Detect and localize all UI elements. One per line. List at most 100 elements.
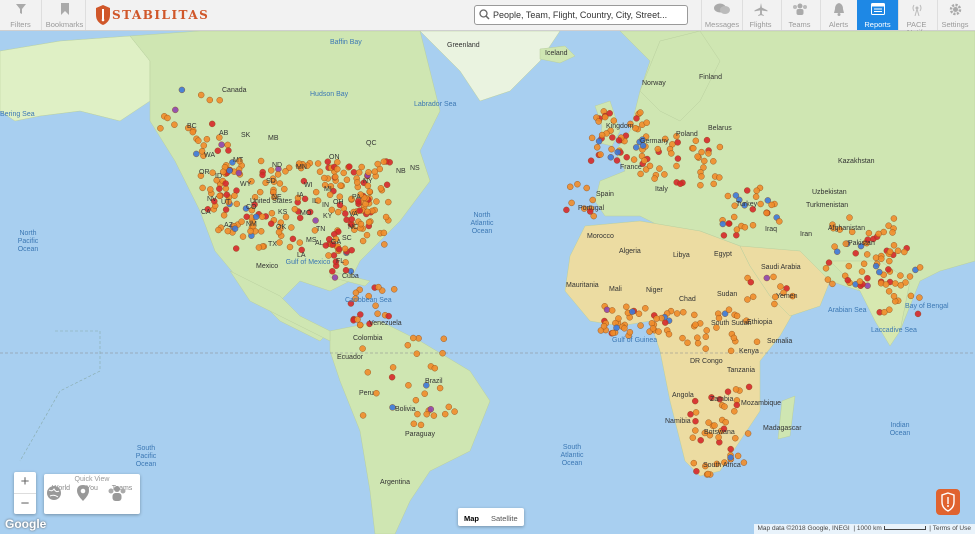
incident-marker[interactable] [725,306,733,313]
incident-marker[interactable] [255,244,263,251]
incident-marker[interactable] [702,333,709,340]
incident-marker[interactable] [316,168,324,175]
incident-marker[interactable] [865,229,873,237]
incident-marker[interactable] [733,401,740,409]
incident-marker[interactable] [727,347,735,355]
incident-marker[interactable] [677,180,684,188]
incident-marker[interactable] [626,329,634,336]
incident-marker[interactable] [690,145,697,152]
map-type-satellite-button[interactable]: Satellite [485,510,524,528]
incident-marker[interactable] [711,422,718,429]
incident-marker[interactable] [207,186,214,193]
incident-marker[interactable] [276,239,283,246]
incident-marker[interactable] [716,174,723,181]
incident-marker[interactable] [914,310,922,318]
incident-marker[interactable] [876,268,883,276]
incident-marker[interactable] [858,268,866,275]
incident-marker[interactable] [829,280,836,288]
incident-marker[interactable] [172,106,179,114]
incident-marker[interactable] [684,339,691,346]
incident-marker[interactable] [703,327,710,334]
incident-marker[interactable] [243,213,250,221]
incident-marker[interactable] [720,232,728,239]
incident-marker[interactable] [231,192,238,199]
incident-marker[interactable] [357,220,365,228]
incident-marker[interactable] [238,218,245,225]
incident-marker[interactable] [385,198,392,206]
incident-marker[interactable] [881,309,888,316]
incident-marker[interactable] [342,210,349,217]
stabilitas-logo[interactable]: STABILITAS [90,0,208,30]
incident-marker[interactable] [704,470,712,478]
incident-marker[interactable] [385,312,392,320]
incident-marker[interactable] [563,206,570,214]
incident-marker[interactable] [734,452,742,460]
incident-marker[interactable] [741,224,749,231]
quick-view-teams[interactable]: Teams [107,485,137,501]
incident-marker[interactable] [725,220,732,227]
world-map[interactable]: Greenland Iceland Canada Hudson Bay Beri… [0,31,975,534]
incident-marker[interactable] [439,350,446,357]
incident-marker[interactable] [157,125,164,132]
incident-marker[interactable] [226,167,233,174]
incident-marker[interactable] [365,169,372,176]
incident-marker[interactable] [235,169,243,177]
incident-marker[interactable] [655,328,662,335]
incident-marker[interactable] [886,257,893,265]
alerts-button[interactable]: Alerts [818,0,860,30]
incident-marker[interactable] [259,213,266,220]
stabilitas-badge[interactable] [936,489,960,515]
incident-marker[interactable] [216,192,223,200]
incident-marker[interactable] [199,184,206,192]
incident-marker[interactable] [164,114,171,122]
incident-marker[interactable] [364,208,371,216]
incident-marker[interactable] [335,208,342,216]
incident-marker[interactable] [594,144,601,151]
incident-marker[interactable] [668,150,675,157]
incident-marker[interactable] [313,188,320,196]
incident-marker[interactable] [423,411,430,418]
incident-marker[interactable] [894,247,902,255]
incident-marker[interactable] [692,409,700,416]
incident-marker[interactable] [882,281,890,288]
incident-marker[interactable] [233,200,241,208]
incident-marker[interactable] [771,300,778,308]
incident-marker[interactable] [916,264,924,271]
settings-button[interactable]: Settings [935,0,975,30]
incident-marker[interactable] [427,406,434,413]
incident-marker[interactable] [719,220,726,228]
incident-marker[interactable] [600,323,608,330]
incident-marker[interactable] [744,296,751,303]
incident-marker[interactable] [325,252,332,259]
incident-marker[interactable] [436,384,444,392]
incident-marker[interactable] [412,397,420,404]
incident-marker[interactable] [388,374,396,381]
incident-marker[interactable] [568,199,575,207]
incident-marker[interactable] [206,96,214,104]
incident-marker[interactable] [701,157,708,165]
incident-marker[interactable] [744,430,752,437]
incident-marker[interactable] [732,435,739,442]
incident-marker[interactable] [224,227,232,235]
incident-marker[interactable] [749,221,757,229]
incident-marker[interactable] [710,158,717,165]
incident-marker[interactable] [445,403,452,411]
incident-marker[interactable] [730,334,738,342]
incident-marker[interactable] [239,233,247,240]
incident-marker[interactable] [337,182,344,189]
incident-marker[interactable] [609,307,616,314]
incident-marker[interactable] [845,262,852,270]
incident-marker[interactable] [356,169,363,176]
incident-marker[interactable] [200,142,208,149]
incident-marker[interactable] [692,427,699,434]
incident-marker[interactable] [641,157,648,164]
incident-marker[interactable] [314,160,322,167]
incident-marker[interactable] [731,213,738,221]
incident-marker[interactable] [359,345,366,352]
pace-notify-button[interactable]: PACE Notify [896,0,938,37]
incident-marker[interactable] [831,243,838,250]
incident-marker[interactable] [901,248,908,256]
incident-marker[interactable] [694,340,702,347]
incident-marker[interactable] [733,226,741,233]
incident-marker[interactable] [768,201,775,209]
